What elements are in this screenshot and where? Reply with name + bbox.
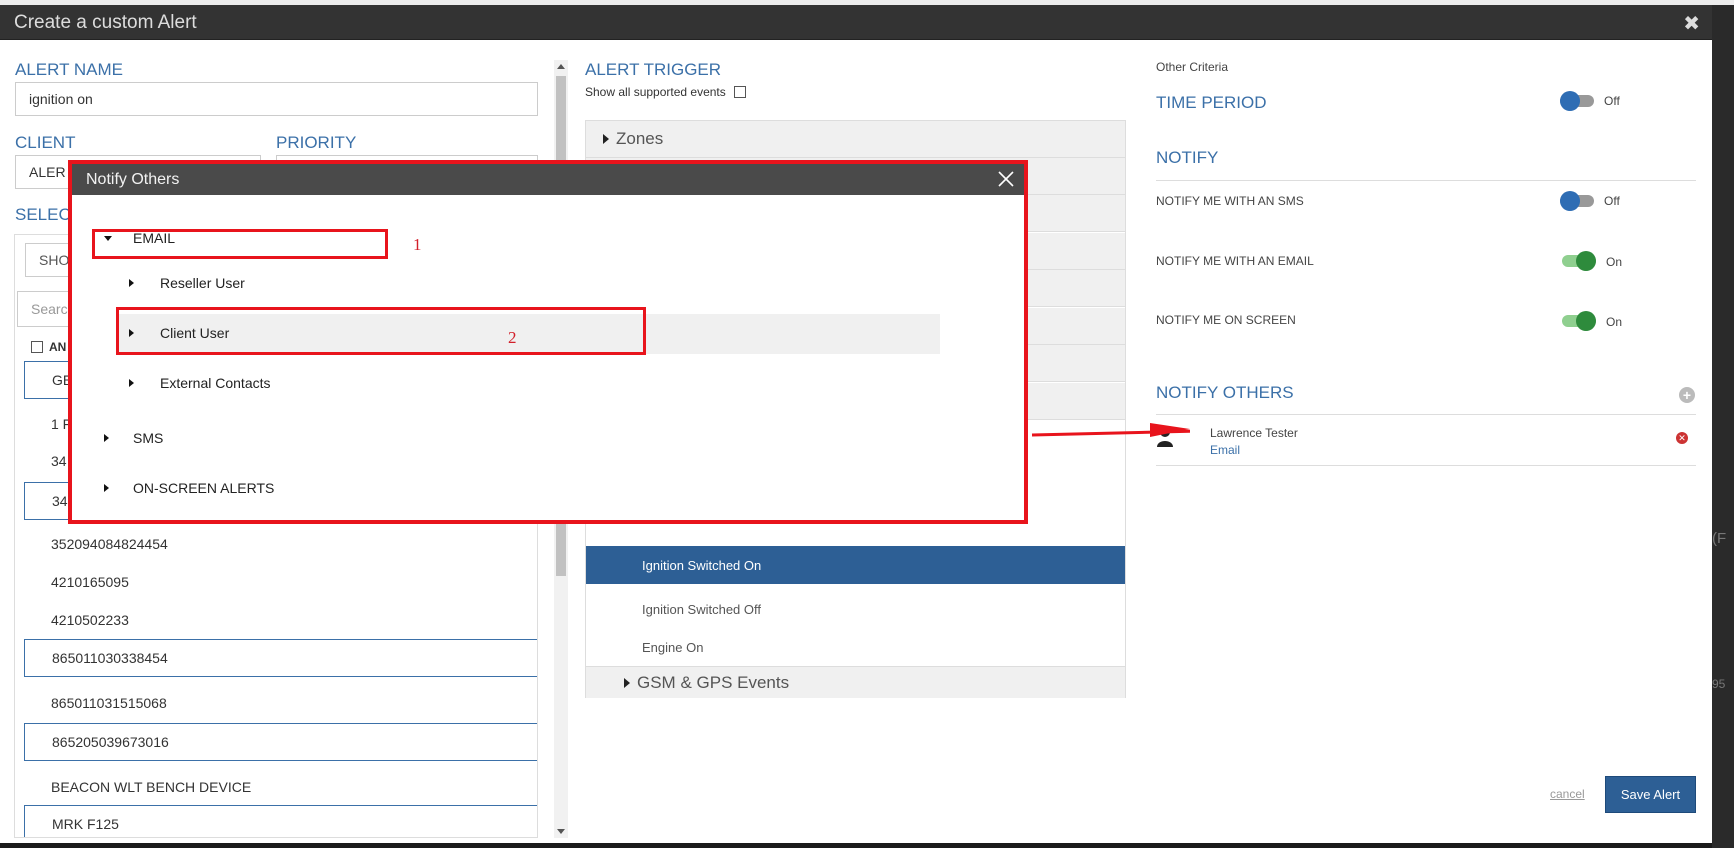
event-ignition-on[interactable]: Ignition Switched On — [586, 546, 1125, 584]
client-label: CLIENT — [15, 133, 76, 152]
remove-icon[interactable]: ✕ — [1676, 432, 1688, 444]
select-all-label: AN — [49, 340, 67, 354]
notify-heading: NOTIFY — [1156, 148, 1219, 167]
annotation-box-1 — [92, 229, 388, 259]
select-devices-label: SELEC — [15, 205, 71, 224]
device-item[interactable]: BEACON WLT BENCH DEVICE — [24, 768, 537, 806]
accordion-gsm-gps[interactable]: GSM & GPS Events — [586, 666, 1125, 698]
notify-screen-toggle[interactable] — [1562, 311, 1596, 331]
time-period-toggle[interactable] — [1560, 91, 1594, 111]
priority-label: PRIORITY — [276, 133, 357, 152]
divider — [1156, 414, 1696, 415]
tree-node-on-screen-alerts[interactable]: ON-SCREEN ALERTS — [104, 477, 274, 499]
event-engine-on[interactable]: Engine On — [586, 628, 1125, 666]
caret-right-icon — [624, 677, 630, 688]
device-item[interactable]: MRK F125 — [24, 805, 537, 837]
time-period-heading: TIME PERIOD — [1156, 93, 1267, 112]
caret-right-icon[interactable] — [104, 434, 109, 442]
tree-node-sms-label: SMS — [133, 430, 164, 446]
select-all-row[interactable]: AN — [31, 340, 66, 354]
other-criteria-label: Other Criteria — [1156, 60, 1229, 74]
save-alert-button[interactable]: Save Alert — [1605, 776, 1696, 813]
device-item[interactable]: 4210502233 — [24, 601, 537, 639]
contact-method: Email — [1210, 443, 1241, 457]
show-all-events-row[interactable]: Show all supported events — [585, 85, 746, 99]
notify-screen-state: On — [1606, 315, 1623, 329]
notify-sms-label: NOTIFY ME WITH AN SMS — [1156, 194, 1304, 208]
tree-node-external-contacts-label: External Contacts — [160, 375, 271, 391]
device-item[interactable]: 865205039673016 — [24, 723, 537, 761]
scroll-down-icon[interactable] — [557, 829, 565, 834]
annotation-box-2 — [116, 307, 646, 355]
notify-screen-label: NOTIFY ME ON SCREEN — [1156, 313, 1296, 327]
divider — [1156, 465, 1696, 466]
background-edge-text: 95 — [1712, 677, 1726, 691]
dialog-title: Notify Others — [86, 171, 180, 188]
notify-others-dialog: Notify Others EMAIL Reseller User Client… — [68, 160, 1028, 524]
dialog-header: Notify Others — [72, 164, 1024, 195]
device-item[interactable]: 865011031515068 — [24, 684, 537, 722]
show-all-events-checkbox[interactable] — [733, 86, 746, 98]
accordion-gsm-gps-label: GSM & GPS Events — [637, 672, 790, 692]
add-icon[interactable]: + — [1679, 387, 1695, 403]
caret-right-icon — [603, 134, 609, 144]
caret-right-icon[interactable] — [129, 279, 134, 287]
background-page-edge: (F 95 — [1712, 5, 1734, 848]
annotation-number-1: 1 — [413, 235, 422, 254]
alert-name-label: ALERT NAME — [15, 60, 124, 79]
caret-right-icon[interactable] — [104, 484, 109, 492]
background-edge-text: (F — [1712, 530, 1727, 547]
device-item[interactable]: 4210165095 — [24, 563, 537, 601]
tree-node-reseller-user[interactable]: Reseller User — [129, 272, 245, 294]
tree-node-reseller-user-label: Reseller User — [160, 275, 245, 291]
tree-node-sms[interactable]: SMS — [104, 427, 163, 449]
notify-email-label: NOTIFY ME WITH AN EMAIL — [1156, 254, 1314, 268]
alert-name-input[interactable]: ignition on — [15, 82, 538, 116]
device-item[interactable]: 865011030338454 — [24, 639, 537, 677]
tree-node-external-contacts[interactable]: External Contacts — [129, 372, 271, 394]
accordion-zones-label: Zones — [616, 129, 664, 148]
annotation-arrowhead-icon — [1150, 423, 1190, 437]
show-all-events-label: Show all supported events — [585, 85, 726, 99]
alert-trigger-title: ALERT TRIGGER — [585, 60, 722, 79]
accordion-zones[interactable]: Zones — [586, 121, 1125, 158]
device-item[interactable]: 352094084824454 — [24, 525, 537, 563]
close-icon[interactable] — [996, 168, 1016, 190]
notify-others-heading: NOTIFY OTHERS — [1156, 383, 1294, 402]
caret-right-icon[interactable] — [129, 379, 134, 387]
notify-sms-toggle[interactable] — [1560, 191, 1594, 211]
annotation-number-2: 2 — [508, 328, 517, 347]
tree-node-on-screen-alerts-label: ON-SCREEN ALERTS — [133, 480, 275, 496]
cancel-link[interactable]: cancel — [1550, 787, 1585, 801]
event-ignition-off[interactable]: Ignition Switched Off — [586, 590, 1125, 628]
modal-title: Create a custom Alert — [14, 12, 197, 33]
modal-header: Create a custom Alert ✖ — [0, 5, 1712, 40]
notify-email-state: On — [1606, 255, 1623, 269]
scroll-up-icon[interactable] — [557, 64, 565, 69]
contact-name: Lawrence Tester — [1210, 426, 1298, 440]
time-period-state: Off — [1604, 94, 1620, 108]
close-icon[interactable]: ✖ — [1683, 11, 1700, 36]
notify-email-toggle[interactable] — [1562, 251, 1596, 271]
select-all-checkbox[interactable] — [31, 341, 43, 353]
divider — [1156, 180, 1696, 181]
notify-sms-state: Off — [1604, 194, 1620, 208]
